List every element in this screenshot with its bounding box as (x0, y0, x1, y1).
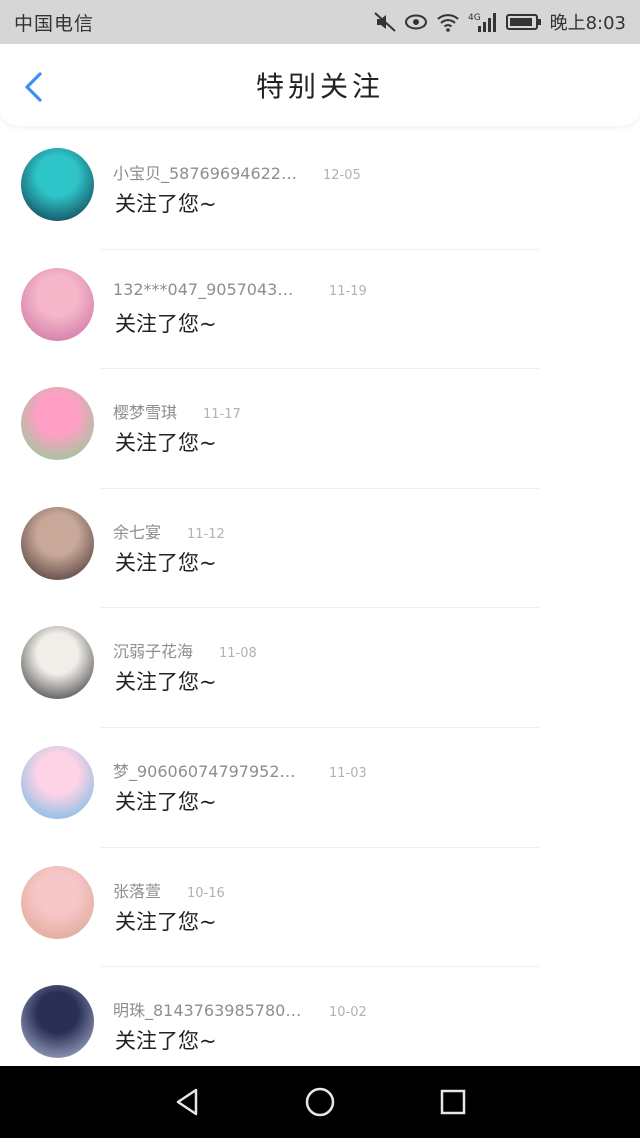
clock: 晚上8:03 (549, 13, 626, 34)
user-name[interactable]: 沉弱子花海 (113, 638, 193, 662)
signal-icon: 4G (468, 11, 498, 33)
item-meta: 樱梦雪琪 11-17 (113, 399, 241, 423)
avatar[interactable] (21, 985, 94, 1059)
chevron-left-icon (25, 72, 42, 102)
network-label: 4G (468, 13, 481, 23)
avatar[interactable] (21, 387, 94, 461)
list-item[interactable]: 余七宴 11-12 关注了您~ (0, 489, 640, 609)
recents-square-icon (441, 1089, 466, 1115)
page-title: 特别关注 (255, 70, 384, 103)
nav-home-button[interactable] (300, 1082, 340, 1122)
user-name[interactable]: 明珠_81437639857803276 (113, 997, 303, 1021)
follow-date: 10-16 (187, 885, 225, 901)
back-triangle-icon (176, 1088, 197, 1116)
mute-icon (373, 12, 396, 32)
nav-back-button[interactable] (167, 1082, 207, 1122)
user-name[interactable]: 小宝贝_58769694622… (113, 160, 297, 184)
avatar[interactable] (21, 745, 94, 819)
user-name[interactable]: 张落萱 (113, 878, 161, 902)
follower-list: 小宝贝_58769694622… 12-05 关注了您~ 132***047_9057… (0, 130, 640, 1087)
user-name[interactable]: 余七宴 (113, 519, 161, 543)
follow-message: 关注了您~ (115, 431, 217, 456)
follow-message: 关注了您~ (115, 311, 217, 336)
list-item[interactable]: 沉弱子花海 11-08 关注了您~ (0, 608, 640, 728)
system-nav-bar (0, 1066, 640, 1138)
list-item[interactable]: 小宝贝_58769694622… 12-05 关注了您~ (0, 130, 640, 250)
status-icons: 4G 晚上8:03 (373, 9, 626, 35)
item-meta: 余七宴 11-12 (113, 519, 225, 543)
item-meta: 张落萱 10-16 (113, 878, 225, 902)
follow-date: 11-03 (329, 765, 367, 781)
list-item[interactable]: 樱梦雪琪 11-17 关注了您~ (0, 369, 640, 489)
home-circle-icon (305, 1087, 335, 1117)
nav-recents-button[interactable] (433, 1082, 473, 1122)
user-name[interactable]: 132***047_9057043701 (113, 280, 303, 299)
avatar[interactable] (21, 267, 94, 341)
avatar[interactable] (21, 506, 94, 580)
back-button[interactable] (20, 70, 50, 104)
follow-message: 关注了您~ (115, 789, 217, 814)
item-meta: 明珠_81437639857803276 10-02 (113, 997, 367, 1021)
wifi-icon (436, 12, 460, 32)
list-item[interactable]: 梦_906060747979525317 11-03 关注了您~ (0, 728, 640, 848)
user-name[interactable]: 梦_906060747979525317 (113, 758, 303, 782)
top-header: 特别关注 (0, 44, 640, 126)
carrier-label: 中国电信 (14, 12, 95, 35)
avatar[interactable] (21, 626, 94, 700)
follow-date: 11-12 (187, 526, 225, 542)
avatar[interactable] (21, 148, 94, 221)
item-meta: 132***047_9057043701 11-19 (113, 280, 367, 299)
avatar[interactable] (21, 865, 94, 939)
follow-date: 10-02 (329, 1005, 367, 1021)
follow-message: 关注了您~ (115, 550, 217, 575)
user-name[interactable]: 樱梦雪琪 (113, 399, 177, 423)
follow-date: 12-05 (322, 168, 361, 183)
follow-message: 关注了您~ (115, 670, 217, 695)
item-meta: 沉弱子花海 11-08 (113, 638, 257, 662)
follow-date: 11-08 (219, 646, 257, 662)
eye-icon (404, 13, 428, 31)
list-item[interactable]: 132***047_9057043701 11-19 关注了您~ (0, 250, 640, 370)
item-meta: 梦_906060747979525317 11-03 (113, 758, 367, 782)
follow-date: 11-17 (203, 407, 241, 423)
follow-message: 关注了您~ (115, 1029, 217, 1054)
item-meta: 小宝贝_58769694622… 12-05 (113, 160, 361, 184)
status-bar: 中国电信 4G 晚上8:03 (0, 0, 640, 44)
follow-message: 关注了您~ (115, 192, 217, 216)
follow-date: 11-19 (329, 283, 367, 299)
follow-message: 关注了您~ (115, 909, 217, 934)
list-item[interactable]: 张落萱 10-16 关注了您~ (0, 848, 640, 968)
battery-icon (505, 13, 542, 31)
